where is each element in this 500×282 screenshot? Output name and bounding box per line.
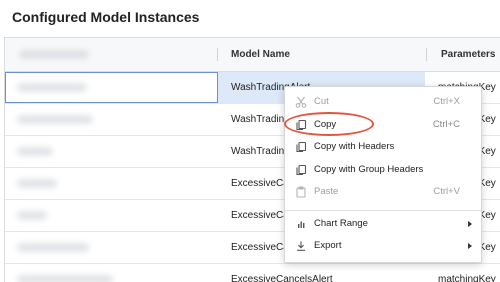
blurred-column-header (19, 50, 89, 59)
copy-icon (295, 141, 307, 153)
column-separator[interactable] (217, 48, 218, 61)
table-row[interactable]: ExcessiveCancelsAlert matchingKey (5, 264, 500, 282)
blurred-cell[interactable] (5, 264, 218, 282)
redacted-text (17, 179, 57, 188)
menu-item-shortcut: Ctrl+C (432, 119, 460, 130)
copy-icon (295, 119, 307, 131)
redacted-text (17, 83, 87, 92)
grid-header: Model Name Parameters (5, 38, 500, 72)
redacted-text (17, 115, 93, 124)
redacted-text (17, 243, 89, 252)
blurred-cell[interactable] (5, 168, 218, 199)
redacted-text (17, 147, 53, 156)
menu-item-copy[interactable]: Copy Ctrl+C (285, 114, 481, 136)
blurred-cell[interactable] (5, 72, 218, 103)
menu-item-cut[interactable]: Cut Ctrl+X (285, 91, 481, 113)
cell-parameters[interactable]: matchingKey (438, 264, 500, 282)
blurred-cell[interactable] (5, 136, 218, 167)
menu-item-label: Cut (314, 96, 329, 107)
cell-model-name[interactable]: ExcessiveCancelsAlert (218, 264, 425, 282)
menu-item-export[interactable]: Export (285, 235, 481, 257)
copy-icon (295, 164, 307, 176)
blurred-cell[interactable] (5, 232, 218, 263)
context-menu: Cut Ctrl+X Copy Ctrl+C Copy with Headers… (284, 86, 482, 263)
column-separator[interactable] (426, 48, 427, 61)
menu-item-paste[interactable]: Paste Ctrl+V (285, 181, 481, 203)
column-header-model-name[interactable]: Model Name (231, 38, 290, 71)
paste-icon (295, 186, 307, 198)
menu-item-copy-with-headers[interactable]: Copy with Headers (285, 136, 481, 158)
menu-item-label: Chart Range (314, 218, 368, 229)
menu-item-copy-with-group-headers[interactable]: Copy with Group Headers (285, 159, 481, 181)
menu-item-label: Copy (314, 119, 337, 130)
bar-chart-icon (295, 218, 307, 230)
menu-item-chart-range[interactable]: Chart Range (285, 213, 481, 235)
scissors-icon (295, 96, 307, 108)
menu-item-shortcut: Ctrl+V (433, 186, 460, 197)
submenu-arrow-icon (468, 243, 472, 249)
blurred-cell[interactable] (5, 104, 218, 135)
submenu-arrow-icon (468, 221, 472, 227)
menu-item-label: Copy with Headers (314, 141, 395, 152)
menu-separator (285, 210, 481, 211)
redacted-text (17, 211, 47, 220)
blurred-cell[interactable] (5, 200, 218, 231)
page-title: Configured Model Instances (12, 9, 200, 25)
menu-item-label: Copy with Group Headers (314, 164, 424, 175)
menu-item-label: Export (314, 240, 342, 251)
column-header-parameters[interactable]: Parameters (441, 38, 495, 71)
menu-item-shortcut: Ctrl+X (433, 96, 460, 107)
menu-item-label: Paste (314, 186, 339, 197)
download-icon (295, 240, 307, 252)
